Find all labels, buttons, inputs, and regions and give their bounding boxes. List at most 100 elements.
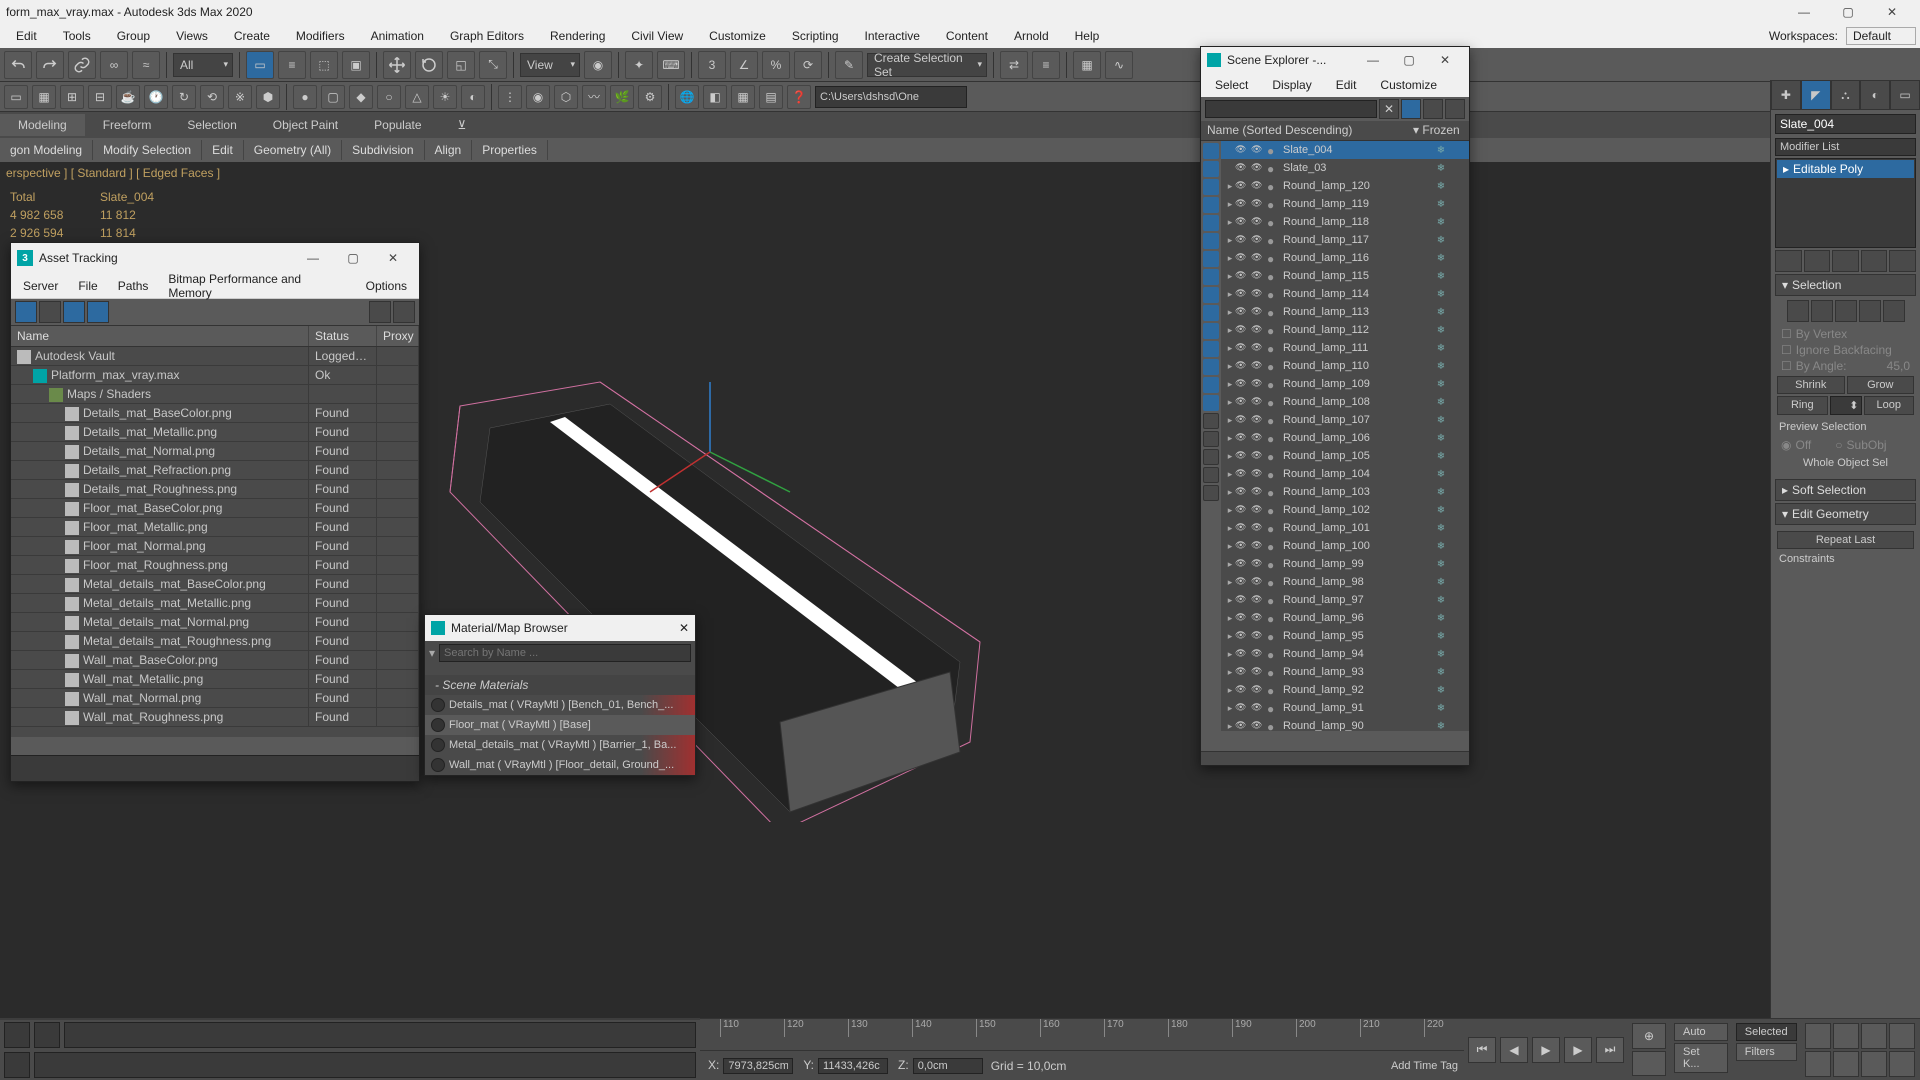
expand-icon[interactable]: ▸ <box>1225 631 1235 642</box>
visibility-icon[interactable]: 👁 <box>1235 324 1251 336</box>
asset-col-name[interactable]: Name <box>11 326 309 346</box>
renderable-icon[interactable]: 👁 <box>1251 450 1267 462</box>
visibility-icon[interactable]: 👁 <box>1235 396 1251 408</box>
frozen-icon[interactable]: ❄ <box>1413 235 1469 246</box>
asset-row[interactable]: Wall_mat_Normal.pngFound <box>11 689 419 708</box>
menu-rendering[interactable]: Rendering <box>538 27 617 45</box>
preview-off-radio[interactable]: ◉Off○SubObj <box>1777 437 1914 453</box>
pin-stack-button[interactable] <box>1775 250 1802 272</box>
rotate-button[interactable] <box>415 51 443 79</box>
primitive-button-23[interactable]: 🌿 <box>610 85 634 109</box>
renderable-icon[interactable]: 👁 <box>1251 288 1267 300</box>
undo-button[interactable] <box>4 51 32 79</box>
renderable-icon[interactable]: 👁 <box>1251 270 1267 282</box>
renderable-icon[interactable]: 👁 <box>1251 468 1267 480</box>
primitive-button-29[interactable]: ▤ <box>759 85 783 109</box>
visibility-icon[interactable]: 👁 <box>1235 612 1251 624</box>
scene-item[interactable]: ▸👁👁●Round_lamp_113❄ <box>1221 303 1469 321</box>
menu-group[interactable]: Group <box>105 27 162 45</box>
window-close-button[interactable]: ✕ <box>1870 0 1914 24</box>
ribbon-sub-properties[interactable]: Properties <box>472 140 548 160</box>
material-browser-close-button[interactable]: ✕ <box>679 621 689 635</box>
orbit-button[interactable] <box>1861 1051 1887 1077</box>
asset-row[interactable]: Details_mat_BaseColor.pngFound <box>11 404 419 423</box>
prev-frame-button[interactable]: ◀ <box>1500 1037 1528 1063</box>
expand-icon[interactable]: ▸ <box>1225 235 1235 246</box>
renderable-icon[interactable]: 👁 <box>1251 648 1267 660</box>
asset-menu-server[interactable]: Server <box>15 277 66 295</box>
renderable-icon[interactable]: 👁 <box>1251 144 1267 156</box>
ribbon-sub-edit[interactable]: Edit <box>202 140 244 160</box>
scene-filter-button-10[interactable] <box>1203 323 1219 339</box>
menu-customize[interactable]: Customize <box>697 27 778 45</box>
primitive-button-24[interactable]: ⚙ <box>638 85 662 109</box>
scene-filter-button-15[interactable] <box>1203 413 1219 429</box>
scene-item[interactable]: ▸👁👁●Round_lamp_96❄ <box>1221 609 1469 627</box>
scene-filter-button-4[interactable] <box>1203 215 1219 231</box>
scene-item[interactable]: ▸👁👁●Round_lamp_111❄ <box>1221 339 1469 357</box>
visibility-icon[interactable]: 👁 <box>1235 576 1251 588</box>
ribbon-sub-align[interactable]: Align <box>425 140 473 160</box>
frozen-icon[interactable]: ❄ <box>1413 397 1469 408</box>
scene-item[interactable]: ▸👁👁●Round_lamp_93❄ <box>1221 663 1469 681</box>
scene-explorer-filter-button[interactable] <box>1401 99 1421 119</box>
primitive-button-19[interactable]: ⋮ <box>498 85 522 109</box>
move-button[interactable] <box>383 51 411 79</box>
scene-explorer-window[interactable]: Scene Explorer -... — ▢ ✕ SelectDisplayE… <box>1200 46 1470 766</box>
visibility-icon[interactable]: 👁 <box>1235 288 1251 300</box>
scene-filter-button-2[interactable] <box>1203 179 1219 195</box>
visibility-icon[interactable]: 👁 <box>1235 180 1251 192</box>
field-of-view-button[interactable] <box>1805 1051 1831 1077</box>
ignore-backfacing-checkbox[interactable]: ☐Ignore Backfacing <box>1777 342 1914 358</box>
snap-toggle-button[interactable]: 3 <box>698 51 726 79</box>
expand-icon[interactable]: ▸ <box>1225 595 1235 606</box>
visibility-icon[interactable]: 👁 <box>1235 360 1251 372</box>
frozen-icon[interactable]: ❄ <box>1413 559 1469 570</box>
create-tab[interactable]: ✚ <box>1771 80 1801 110</box>
renderable-icon[interactable]: 👁 <box>1251 720 1267 731</box>
asset-maximize-button[interactable]: ▢ <box>333 244 373 272</box>
window-minimize-button[interactable]: — <box>1782 0 1826 24</box>
renderable-icon[interactable]: 👁 <box>1251 540 1267 552</box>
coord-y-input[interactable] <box>818 1058 888 1074</box>
selection-filter-dropdown[interactable]: All <box>173 53 233 77</box>
primitive-button-8[interactable]: ※ <box>228 85 252 109</box>
asset-row[interactable]: Details_mat_Normal.pngFound <box>11 442 419 461</box>
expand-icon[interactable]: ▸ <box>1225 307 1235 318</box>
frozen-icon[interactable]: ❄ <box>1413 199 1469 210</box>
asset-minimize-button[interactable]: — <box>293 244 333 272</box>
frozen-icon[interactable]: ❄ <box>1413 721 1469 732</box>
asset-col-proxy[interactable]: Proxy <box>377 326 419 346</box>
renderable-icon[interactable]: 👁 <box>1251 306 1267 318</box>
keyboard-shortcut-button[interactable]: ⌨ <box>657 51 685 79</box>
menu-help[interactable]: Help <box>1063 27 1112 45</box>
grow-button[interactable]: Grow <box>1847 376 1915 394</box>
expand-icon[interactable]: ▸ <box>1225 451 1235 462</box>
scene-item[interactable]: ▸👁👁●Round_lamp_116❄ <box>1221 249 1469 267</box>
asset-help-button[interactable] <box>393 301 415 323</box>
expand-icon[interactable]: ▸ <box>1225 199 1235 210</box>
visibility-icon[interactable]: 👁 <box>1235 432 1251 444</box>
reference-coord-dropdown[interactable]: View <box>520 53 580 77</box>
expand-icon[interactable]: ▸ <box>1225 379 1235 390</box>
asset-close-button[interactable]: ✕ <box>373 244 413 272</box>
primitive-button-0[interactable]: ▭ <box>4 85 28 109</box>
dropdown-icon[interactable]: ▾ <box>429 646 435 660</box>
renderable-icon[interactable]: 👁 <box>1251 684 1267 696</box>
set-key-button[interactable]: Set K... <box>1674 1043 1728 1073</box>
primitive-button-2[interactable]: ⊞ <box>60 85 84 109</box>
scene-item[interactable]: ▸👁👁●Round_lamp_90❄ <box>1221 717 1469 731</box>
renderable-icon[interactable]: 👁 <box>1251 252 1267 264</box>
expand-icon[interactable]: ▸ <box>1225 541 1235 552</box>
modify-tab[interactable]: ◤ <box>1801 80 1831 110</box>
primitive-button-21[interactable]: ⬡ <box>554 85 578 109</box>
angle-snap-button[interactable]: ∠ <box>730 51 758 79</box>
frozen-icon[interactable]: ❄ <box>1413 289 1469 300</box>
material-browser-titlebar[interactable]: Material/Map Browser ✕ <box>425 615 695 641</box>
expand-icon[interactable]: ▸ <box>1225 577 1235 588</box>
menu-civil-view[interactable]: Civil View <box>619 27 695 45</box>
scene-explorer-close-button[interactable]: ✕ <box>1427 48 1463 72</box>
scene-filter-button-12[interactable] <box>1203 359 1219 375</box>
scene-explorer-lock-button[interactable] <box>1423 99 1443 119</box>
menu-content[interactable]: Content <box>934 27 1000 45</box>
